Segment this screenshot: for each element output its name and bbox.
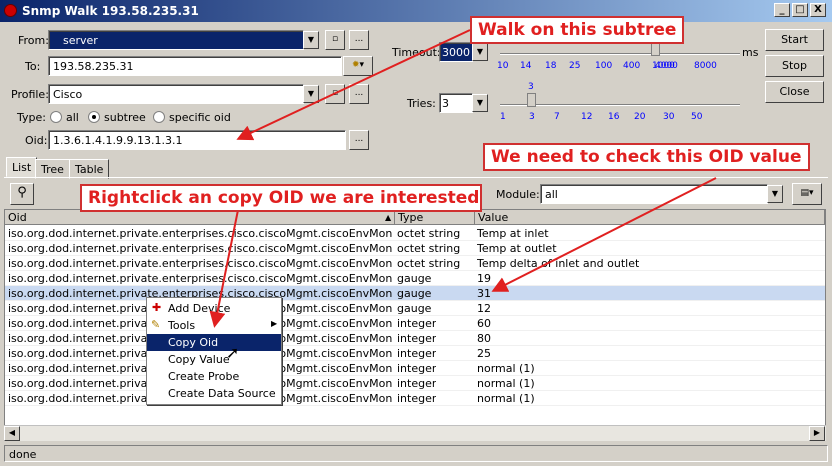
callout-check: We need to check this OID value (483, 143, 810, 171)
annotation-arrows (209, 29, 717, 328)
arrow-walk (236, 29, 471, 141)
arrow-check (491, 177, 717, 292)
callout-walk: Walk on this subtree (470, 16, 685, 44)
arrow-rightclick (209, 209, 239, 328)
callout-rightclick: Rightclick an copy OID we are interested… (80, 184, 482, 212)
status-bar: done (4, 445, 828, 462)
